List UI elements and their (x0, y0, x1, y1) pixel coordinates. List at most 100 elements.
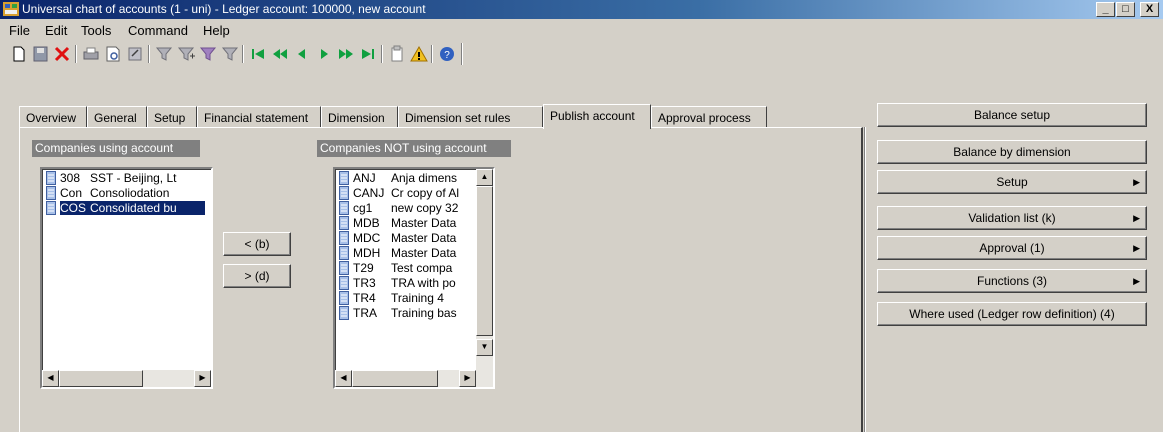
scroll-up-icon[interactable]: ▲ (476, 169, 493, 186)
next-page-icon[interactable] (335, 44, 357, 64)
export-icon[interactable] (124, 44, 146, 64)
company-icon (339, 216, 349, 230)
toolbar-separator (148, 45, 150, 63)
button-label: Where used (Ledger row definition) (4) (909, 307, 1115, 321)
tab-dimension-set-rules[interactable]: Dimension set rules (398, 106, 543, 128)
button-label: Setup (996, 175, 1028, 189)
where-used-button[interactable]: Where used (Ledger row definition) (4) (877, 302, 1147, 326)
company-code: TR4 (353, 291, 376, 305)
notes-icon[interactable] (386, 44, 408, 64)
company-icon (339, 246, 349, 260)
svg-text:?: ? (444, 50, 450, 61)
functions-button[interactable]: Functions (3) ▶ (877, 269, 1147, 293)
toolbar-end (461, 43, 463, 65)
window-title: Universal chart of accounts (1 - uni) - … (22, 2, 426, 16)
maximize-button[interactable]: □ (1116, 2, 1135, 17)
balance-by-dimension-button[interactable]: Balance by dimension (877, 140, 1147, 164)
company-code: 308 (60, 171, 81, 185)
previous-record-icon[interactable] (291, 44, 313, 64)
close-button[interactable]: X (1140, 2, 1159, 17)
button-label: Functions (3) (976, 274, 1048, 288)
scroll-thumb[interactable] (476, 186, 493, 336)
approval-button[interactable]: Approval (1) ▶ (877, 236, 1147, 260)
filter-add-icon[interactable] (175, 44, 197, 64)
company-icon (339, 201, 349, 215)
scroll-down-icon[interactable]: ▼ (476, 339, 493, 356)
company-name: Master Data (391, 216, 457, 230)
minimize-button[interactable]: _ (1096, 2, 1115, 17)
print-preview-icon[interactable] (102, 44, 124, 64)
menu-help[interactable]: Help (203, 23, 230, 38)
company-name: Master Data (391, 246, 457, 260)
tab-publish-account[interactable]: Publish account (543, 104, 651, 129)
help-icon[interactable]: ? (436, 44, 458, 64)
menu-tools[interactable]: Tools (81, 23, 111, 38)
company-icon (339, 186, 349, 200)
using-hscrollbar[interactable]: ◀ ▶ (42, 370, 211, 387)
menu-edit[interactable]: Edit (45, 23, 67, 38)
save-icon[interactable] (29, 44, 51, 64)
list-item-selected[interactable]: COS Consolidated bu (46, 201, 209, 216)
scroll-left-icon[interactable]: ◀ (335, 370, 352, 387)
button-label: Approval (1) (979, 241, 1045, 255)
filter-apply-icon[interactable] (197, 44, 219, 64)
company-name: Test compa (391, 261, 453, 275)
button-label: Balance setup (973, 108, 1051, 122)
scroll-right-icon[interactable]: ▶ (194, 370, 211, 387)
menu-file[interactable]: File (9, 23, 30, 38)
tab-dimension[interactable]: Dimension (321, 106, 398, 128)
first-record-icon[interactable] (247, 44, 269, 64)
company-name: Consoliodation (90, 186, 170, 200)
new-icon[interactable] (8, 44, 30, 64)
scroll-left-icon[interactable]: ◀ (42, 370, 59, 387)
panel-divider (864, 127, 866, 432)
next-record-icon[interactable] (313, 44, 335, 64)
company-name: new copy 32 (391, 201, 459, 215)
filter-clear-icon[interactable] (219, 44, 241, 64)
submenu-arrow-icon: ▶ (1133, 213, 1140, 223)
last-record-icon[interactable] (357, 44, 379, 64)
add-company-button[interactable]: > (d) (223, 264, 291, 288)
not-using-header: Companies NOT using account (317, 140, 511, 157)
company-name: SST - Beijing, Lt (90, 171, 177, 185)
print-icon[interactable] (80, 44, 102, 64)
balance-setup-button[interactable]: Balance setup (877, 103, 1147, 127)
not-using-vscrollbar[interactable]: ▲ ▼ (476, 169, 493, 370)
tab-approval-process[interactable]: Approval process (651, 106, 767, 128)
tab-financial-statement[interactable]: Financial statement (197, 106, 321, 128)
company-name: Master Data (391, 231, 457, 245)
tab-general[interactable]: General (87, 106, 147, 128)
previous-page-icon[interactable] (269, 44, 291, 64)
company-icon (339, 306, 349, 320)
toolbar-separator (75, 45, 77, 63)
company-code: MDB (353, 216, 380, 230)
validation-list-button[interactable]: Validation list (k) ▶ (877, 206, 1147, 230)
filter-icon[interactable] (153, 44, 175, 64)
using-list[interactable]: 308 SST - Beijing, Lt Con Consoliodation… (40, 167, 213, 389)
scroll-thumb[interactable] (352, 370, 438, 387)
not-using-hscrollbar[interactable]: ◀ ▶ (335, 370, 493, 387)
company-icon (339, 291, 349, 305)
company-code: Con (60, 186, 83, 200)
toolbar: ? (0, 41, 1163, 68)
menu-command[interactable]: Command (128, 23, 188, 38)
company-code: COS (60, 201, 91, 215)
not-using-list[interactable]: ANJ Anja dimens CANJ Cr copy of Al cg1 n… (333, 167, 495, 389)
remove-company-button[interactable]: < (b) (223, 232, 291, 256)
company-icon (46, 186, 56, 200)
company-name: Training 4 (391, 291, 444, 305)
menu-bar: File Edit Tools Command Help (0, 19, 1163, 41)
company-icon (339, 261, 349, 275)
company-name: Anja dimens (391, 171, 458, 185)
alert-icon[interactable] (408, 44, 430, 64)
setup-menu-button[interactable]: Setup ▶ (877, 170, 1147, 194)
company-name: Cr copy of Al (391, 186, 460, 200)
scroll-right-icon[interactable]: ▶ (459, 370, 476, 387)
tab-setup[interactable]: Setup (147, 106, 197, 128)
scroll-thumb[interactable] (59, 370, 143, 387)
company-icon (46, 201, 56, 215)
tab-overview[interactable]: Overview (19, 106, 87, 128)
company-code: MDH (353, 246, 381, 260)
button-label: Validation list (k) (968, 211, 1056, 225)
delete-icon[interactable] (51, 44, 73, 64)
